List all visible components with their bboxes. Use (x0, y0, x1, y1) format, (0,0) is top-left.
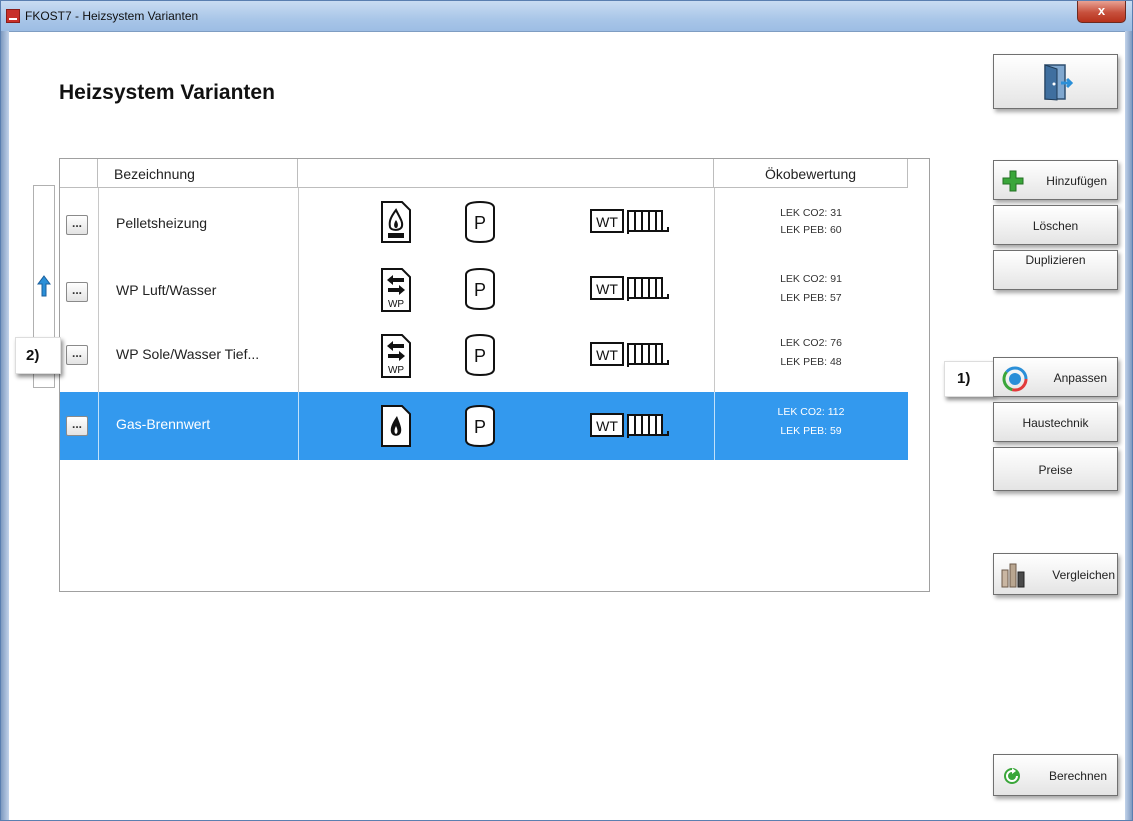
pellet-flame-icon (381, 201, 411, 243)
eco-co2: LEK CO2: 112 (777, 406, 845, 418)
eco-co2: LEK CO2: 91 (780, 273, 842, 285)
annotation-1: 1) (944, 361, 994, 397)
calculate-button-label: Berechnen (1048, 769, 1107, 783)
heatpump-wp-icon: WP (381, 268, 411, 312)
wt-label: WT (596, 347, 618, 363)
p-storage-icon: P (465, 267, 495, 311)
row-edit-button[interactable]: ... (66, 282, 88, 302)
header-icons (298, 159, 714, 187)
variant-name: Pelletsheizung (116, 215, 208, 231)
row-edit-button[interactable]: ... (66, 416, 88, 436)
row-divider (98, 256, 99, 324)
header-cell-select (60, 159, 98, 187)
row-edit-button[interactable]: ... (66, 345, 88, 365)
prices-button-label: Preise (1038, 463, 1073, 477)
bar-chart-icon (1001, 563, 1025, 588)
exit-button[interactable] (993, 54, 1118, 109)
building-services-button-label: Haustechnik (1022, 416, 1089, 430)
table-row-selected[interactable]: ... Gas-Brennwert P WT LEK CO2: 112 LEK … (60, 392, 908, 460)
p-storage-icon: P (465, 333, 495, 377)
customize-button-label: Anpassen (1053, 371, 1107, 385)
row-divider (98, 188, 99, 256)
gauge-icon (1002, 366, 1028, 392)
move-up-arrow-icon[interactable] (37, 275, 51, 297)
p-storage-label: P (474, 280, 486, 300)
row-divider (298, 392, 299, 460)
wt-label: WT (596, 214, 618, 230)
eco-peb: LEK PEB: 48 (780, 356, 842, 368)
delete-button[interactable]: Löschen (993, 205, 1118, 245)
eco-peb: LEK PEB: 59 (780, 425, 842, 437)
duplicate-button[interactable]: Duplizieren (993, 250, 1118, 290)
p-storage-icon: P (465, 404, 495, 448)
duplicate-button-label: Duplizieren (1025, 253, 1086, 267)
page-title: Heizsystem Varianten (59, 81, 275, 104)
wt-label: WT (596, 418, 618, 434)
header-oekobewertung[interactable]: Ökobewertung (714, 159, 908, 187)
close-button[interactable]: x (1077, 1, 1126, 23)
p-storage-label: P (474, 346, 486, 366)
right-frame (1125, 31, 1132, 820)
app-window: FKOST7 - Heizsystem Varianten x Heizsyst… (0, 0, 1133, 821)
row-divider (298, 188, 299, 256)
row-divider (98, 392, 99, 460)
wt-radiator-icon: WT (590, 276, 669, 301)
title-bar[interactable]: FKOST7 - Heizsystem Varianten x (1, 1, 1132, 32)
delete-button-label: Löschen (1032, 219, 1079, 233)
row-divider (298, 324, 299, 392)
table-header: Bezeichnung Ökobewertung (60, 159, 908, 188)
building-services-button[interactable]: Haustechnik (993, 402, 1118, 442)
row-divider (98, 324, 99, 392)
eco-co2: LEK CO2: 31 (780, 207, 842, 219)
compare-button-label: Vergleichen (1052, 568, 1115, 582)
table-row[interactable]: ... WP Luft/Wasser WP P WT LEK CO2: 91 L… (60, 256, 908, 324)
customize-button[interactable]: Anpassen (993, 357, 1118, 397)
variant-name: Gas-Brennwert (116, 416, 211, 432)
eco-peb: LEK PEB: 57 (780, 292, 842, 304)
prices-button[interactable]: Preise (993, 447, 1118, 491)
exit-door-icon (1044, 64, 1074, 101)
wt-radiator-icon: WT (590, 342, 669, 367)
p-storage-label: P (474, 417, 486, 437)
gas-flame-icon (381, 405, 411, 447)
header-bezeichnung[interactable]: Bezeichnung (98, 159, 298, 187)
calculate-button[interactable]: Berechnen (993, 754, 1118, 796)
row-edit-button[interactable]: ... (66, 215, 88, 235)
add-button-label: Hinzufügen (1046, 174, 1107, 188)
annotation-2: 2) (15, 337, 61, 374)
plus-icon (1002, 170, 1024, 192)
window-title: FKOST7 - Heizsystem Varianten (25, 9, 199, 23)
left-frame (1, 31, 9, 820)
refresh-icon (1004, 768, 1020, 784)
variants-table: Bezeichnung Ökobewertung ... Pelletsheiz… (59, 158, 930, 592)
p-storage-label: P (474, 213, 486, 233)
eco-peb: LEK PEB: 60 (780, 224, 842, 236)
wp-label: WP (388, 365, 404, 376)
compare-button[interactable]: Vergleichen (993, 553, 1118, 595)
eco-co2: LEK CO2: 76 (780, 337, 842, 349)
add-button[interactable]: Hinzufügen (993, 160, 1118, 200)
table-row[interactable]: ... WP Sole/Wasser Tief... WP P WT LEK C… (60, 324, 908, 392)
wt-radiator-icon: WT (590, 209, 669, 234)
wt-label: WT (596, 281, 618, 297)
wt-radiator-icon: WT (590, 413, 669, 438)
app-icon (6, 9, 20, 23)
variant-name: WP Luft/Wasser (116, 282, 217, 298)
p-storage-icon: P (465, 200, 495, 244)
wp-label: WP (388, 299, 404, 310)
row-divider (298, 256, 299, 324)
variant-name: WP Sole/Wasser Tief... (116, 346, 260, 362)
heatpump-wp-icon: WP (381, 334, 411, 378)
table-row[interactable]: ... Pelletsheizung P WT LEK CO2: 31 LEK … (60, 188, 908, 256)
